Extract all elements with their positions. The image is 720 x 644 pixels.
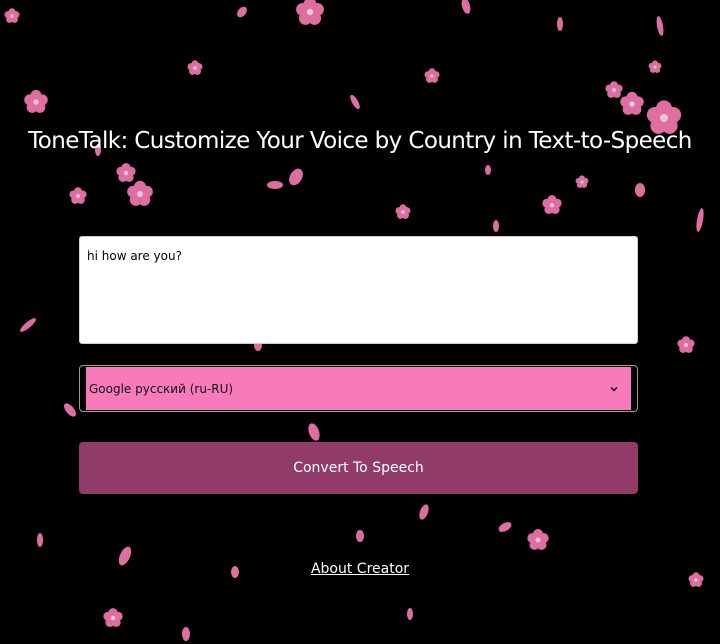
about-creator-link[interactable]: About Creator: [311, 561, 409, 577]
voice-select-field[interactable]: Google русский (ru-RU): [86, 367, 631, 410]
page-title: ToneTalk: Customize Your Voice by Countr…: [28, 128, 692, 154]
text-input[interactable]: hi how are you?: [79, 236, 638, 344]
convert-to-speech-button[interactable]: Convert To Speech: [79, 442, 638, 494]
voice-select-value: Google русский (ru-RU): [89, 381, 234, 396]
about-creator-container: About Creator: [0, 561, 720, 577]
chevron-down-icon: [610, 386, 618, 392]
voice-select[interactable]: Google русский (ru-RU): [79, 365, 638, 412]
